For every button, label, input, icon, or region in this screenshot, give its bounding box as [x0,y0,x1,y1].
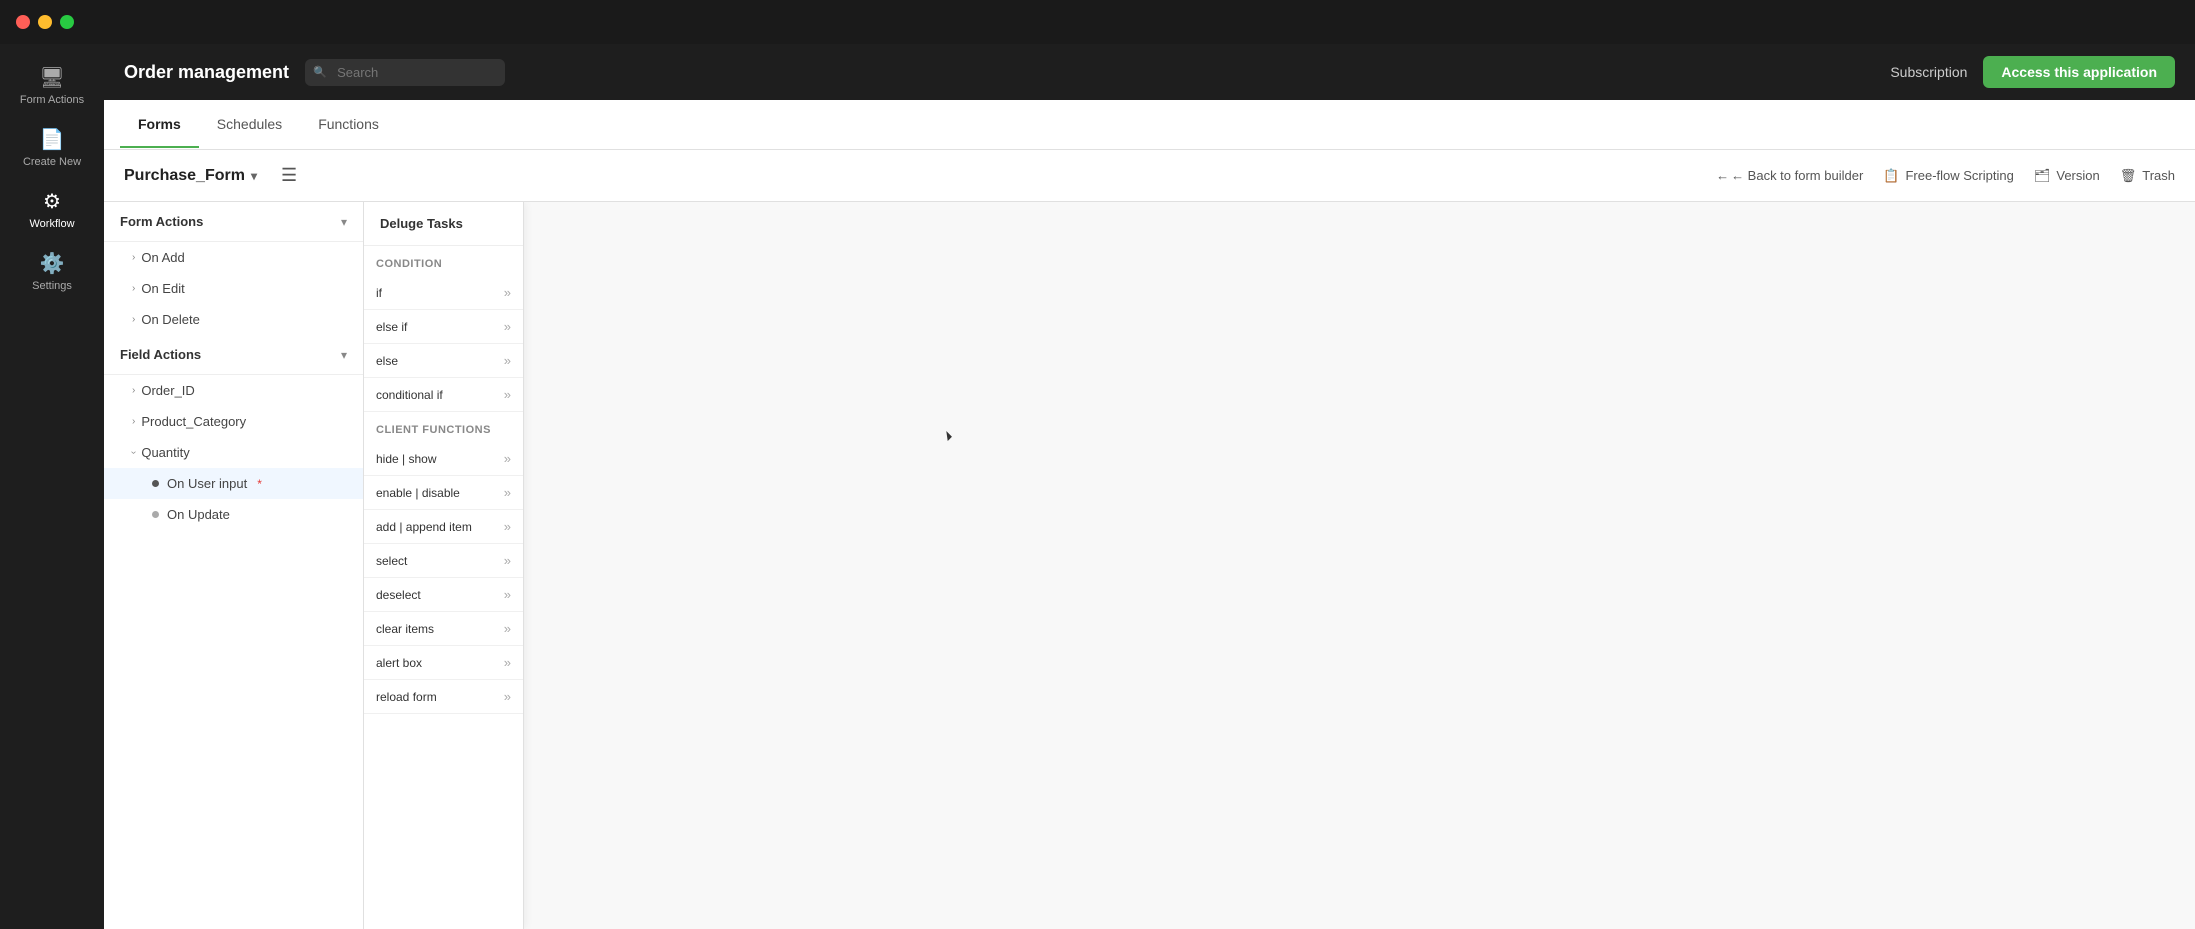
tasks-panel-header: Deluge Tasks [364,202,523,246]
alert-box-arrow-icon: » [504,655,511,670]
task-conditional-if[interactable]: conditional if » [364,378,523,412]
back-to-form-builder-button[interactable]: ← ← Back to form builder [1716,168,1863,183]
titlebar [0,0,2195,44]
deselect-arrow-icon: » [504,587,511,602]
if-arrow-icon: » [504,285,511,300]
on-edit-chevron-icon: › [132,283,135,294]
sidebar-item-settings[interactable]: ⚙️ Settings [0,242,104,304]
form-name: Purchase_Form ▾ [124,167,257,185]
header-actions: ← ← Back to form builder 📋 Free-flow Scr… [1716,168,2175,184]
enable-disable-arrow-icon: » [504,485,511,500]
required-star: * [257,477,262,491]
workflow-icon: ⚙ [43,192,61,212]
task-hide-show[interactable]: hide | show » [364,442,523,476]
client-functions-section-label: Client functions [364,412,523,442]
back-arrow-icon: ← [1716,168,1729,183]
trash-button[interactable]: 🗑 Trash [2120,168,2175,184]
field-actions-section-header[interactable]: Field Actions ▾ [104,335,363,375]
task-enable-disable[interactable]: enable | disable » [364,476,523,510]
topbar: Order management Subscription Access thi… [104,44,2195,100]
tab-forms[interactable]: Forms [120,102,199,148]
hide-show-arrow-icon: » [504,451,511,466]
search-wrap [305,59,505,86]
right-panel: Deluge Tasks Condition if » else if » el… [364,202,2195,929]
sidebar-item-dashboard[interactable]: 🖥 Form Actions [0,56,104,118]
tree-item-on-edit[interactable]: › On Edit [104,273,363,304]
freeflow-icon: 📋 [1883,168,1899,184]
task-if[interactable]: if » [364,276,523,310]
trash-icon: 🗑 [2120,168,2137,184]
cursor [944,432,954,442]
on-user-input-dot [152,480,159,487]
product-category-chevron-icon: › [132,416,135,427]
order-id-chevron-icon: › [132,385,135,396]
tree-item-on-add[interactable]: › On Add [104,242,363,273]
tasks-panel: Deluge Tasks Condition if » else if » el… [364,202,524,929]
sidebar-workflow-label: Workflow [29,218,74,230]
form-tabs-bar: Forms Schedules Functions [104,100,2195,150]
form-actions-label: Form Actions [120,214,203,229]
on-delete-chevron-icon: › [132,314,135,325]
sidebar-item-workflow[interactable]: ⚙ Workflow [0,180,104,242]
form-name-caret-icon: ▾ [251,169,257,183]
tree-item-product-category[interactable]: › Product_Category [104,406,363,437]
freeflow-scripting-button[interactable]: 📋 Free-flow Scripting [1883,168,2014,184]
close-button[interactable] [16,15,30,29]
access-application-button[interactable]: Access this application [1983,56,2175,88]
tree-item-order-id[interactable]: › Order_ID [104,375,363,406]
hamburger-icon[interactable]: ☰ [281,165,297,186]
else-if-arrow-icon: » [504,319,511,334]
topbar-right: Subscription Access this application [1890,56,2175,88]
field-actions-label: Field Actions [120,347,201,362]
create-icon: 📄 [40,130,65,150]
field-actions-chevron-icon: ▾ [341,348,347,362]
main-split: Form Actions ▾ › On Add › On Edit › On D… [104,202,2195,929]
task-select[interactable]: select » [364,544,523,578]
task-alert-box[interactable]: alert box » [364,646,523,680]
app-title: Order management [124,62,289,83]
task-add-append-item[interactable]: add | append item » [364,510,523,544]
on-update-dot [152,511,159,518]
task-else[interactable]: else » [364,344,523,378]
dashboard-icon: 🖥 [39,68,64,88]
sidebar: 🖥 Form Actions 📄 Create New ⚙ Workflow ⚙… [0,44,104,929]
conditional-if-arrow-icon: » [504,387,511,402]
select-arrow-icon: » [504,553,511,568]
maximize-button[interactable] [60,15,74,29]
sub-item-on-user-input[interactable]: On User input * [104,468,363,499]
search-input[interactable] [305,59,505,86]
sidebar-item-create[interactable]: 📄 Create New [0,118,104,180]
reload-form-arrow-icon: » [504,689,511,704]
condition-section-label: Condition [364,246,523,276]
subscription-button[interactable]: Subscription [1890,64,1967,80]
quantity-chevron-icon: › [128,451,139,454]
form-actions-chevron-icon: ▾ [341,215,347,229]
minimize-button[interactable] [38,15,52,29]
tree-item-on-delete[interactable]: › On Delete [104,304,363,335]
sidebar-settings-label: Settings [32,280,72,292]
settings-icon: ⚙️ [40,254,65,274]
tab-schedules[interactable]: Schedules [199,102,300,148]
app-container: 🖥 Form Actions 📄 Create New ⚙ Workflow ⚙… [0,44,2195,929]
on-add-chevron-icon: › [132,252,135,263]
task-reload-form[interactable]: reload form » [364,680,523,714]
form-header-bar: Purchase_Form ▾ ☰ ← ← Back to form build… [104,150,2195,202]
sub-item-on-update[interactable]: On Update [104,499,363,530]
else-arrow-icon: » [504,353,511,368]
left-panel: Form Actions ▾ › On Add › On Edit › On D… [104,202,364,929]
task-deselect[interactable]: deselect » [364,578,523,612]
task-clear-items[interactable]: clear items » [364,612,523,646]
sidebar-item-label: Form Actions [20,94,84,106]
clear-items-arrow-icon: » [504,621,511,636]
version-button[interactable]: 🗂 Version [2034,168,2100,184]
tree-item-quantity[interactable]: › Quantity [104,437,363,468]
version-icon: 🗂 [2034,168,2051,184]
sidebar-create-label: Create New [23,156,81,168]
content-area: Order management Subscription Access thi… [104,44,2195,929]
form-actions-section-header[interactable]: Form Actions ▾ [104,202,363,242]
add-append-arrow-icon: » [504,519,511,534]
task-else-if[interactable]: else if » [364,310,523,344]
tab-functions[interactable]: Functions [300,102,397,148]
